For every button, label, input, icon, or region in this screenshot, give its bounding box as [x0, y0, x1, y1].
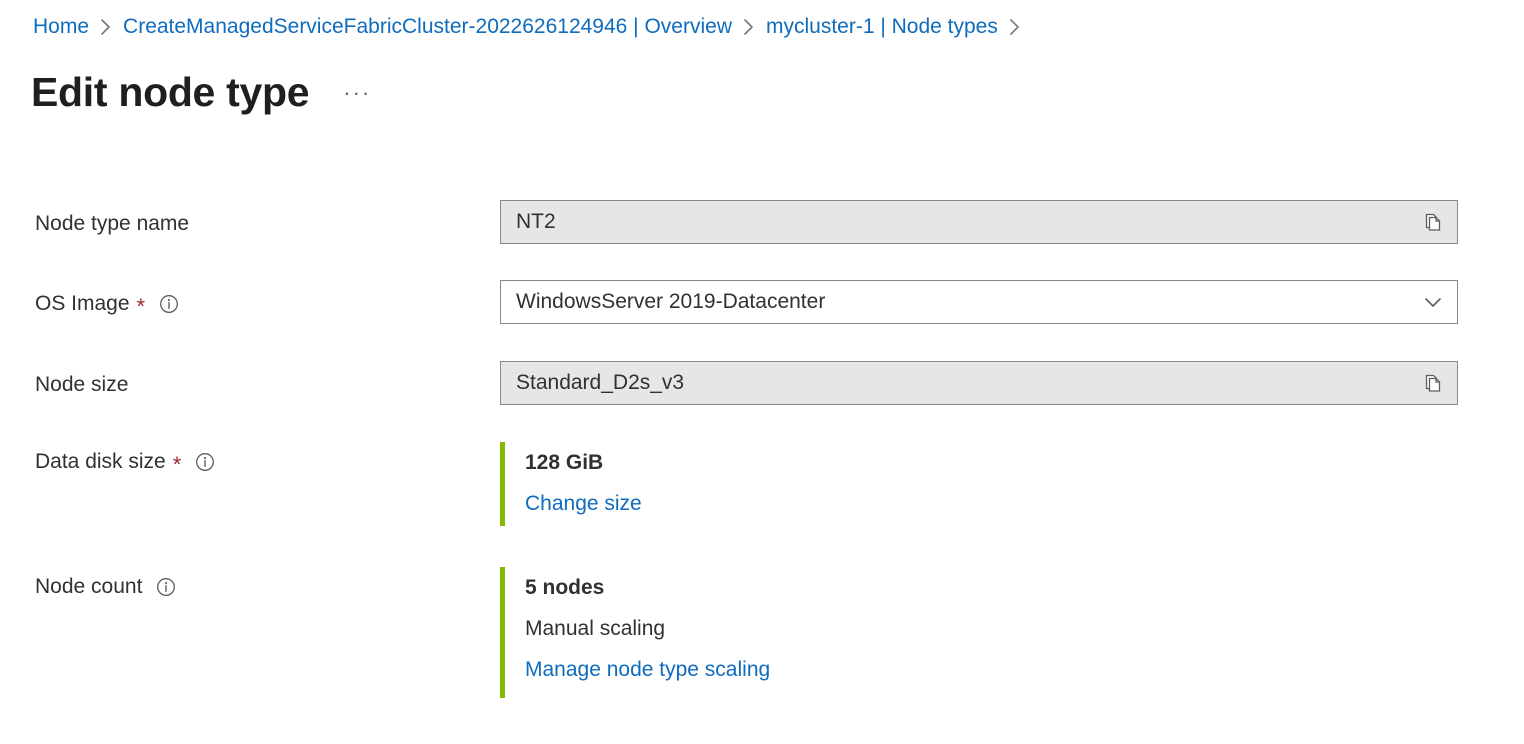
breadcrumb: Home CreateManagedServiceFabricCluster-2… [33, 13, 1032, 41]
label-os-image: OS Image * [0, 280, 500, 318]
edit-node-type-form: Node type name NT2 OS Image [0, 200, 1524, 707]
label-node-count: Node count [0, 567, 500, 601]
form-row-node-size: Node size Standard_D2s_v3 [0, 361, 1524, 442]
label-text: Node count [35, 573, 142, 601]
chevron-right-icon [1009, 18, 1021, 36]
node-size-value: Standard_D2s_v3 [516, 369, 1417, 397]
chevron-right-icon [743, 18, 755, 36]
node-type-name-input[interactable]: NT2 [500, 200, 1458, 244]
node-size-input[interactable]: Standard_D2s_v3 [500, 361, 1458, 405]
control-data-disk-size: 128 GiB Change size [500, 442, 1458, 526]
copy-icon[interactable] [1417, 367, 1449, 399]
edit-node-type-page: Home CreateManagedServiceFabricCluster-2… [0, 0, 1524, 744]
form-row-os-image: OS Image * WindowsServer 2019-Datacenter [0, 280, 1524, 361]
data-disk-size-summary: 128 GiB Change size [500, 442, 1458, 526]
info-icon[interactable] [194, 451, 216, 473]
label-node-type-name: Node type name [0, 200, 500, 238]
page-header: Edit node type ··· [31, 66, 377, 118]
node-count-value: 5 nodes [525, 567, 1458, 608]
form-row-node-count: Node count 5 nodes Manual scaling Manage… [0, 567, 1524, 707]
copy-icon[interactable] [1417, 206, 1449, 238]
info-icon[interactable] [155, 576, 177, 598]
ellipsis-icon[interactable]: ··· [337, 78, 377, 108]
required-indicator: * [173, 454, 182, 476]
control-node-count: 5 nodes Manual scaling Manage node type … [500, 567, 1458, 698]
breadcrumb-item-cluster-overview[interactable]: CreateManagedServiceFabricCluster-202262… [123, 13, 732, 41]
breadcrumb-item-node-types[interactable]: mycluster-1 | Node types [766, 13, 998, 41]
control-node-type-name: NT2 [500, 200, 1458, 244]
label-text: Data disk size [35, 448, 166, 476]
label-text: Node size [35, 371, 128, 399]
page-title: Edit node type [31, 66, 309, 118]
os-image-value: WindowsServer 2019-Datacenter [516, 288, 1417, 316]
chevron-right-icon [100, 18, 112, 36]
label-text: OS Image [35, 290, 130, 318]
form-row-node-type-name: Node type name NT2 [0, 200, 1524, 280]
control-node-size: Standard_D2s_v3 [500, 361, 1458, 405]
os-image-select[interactable]: WindowsServer 2019-Datacenter [500, 280, 1458, 324]
data-disk-size-value: 128 GiB [525, 442, 1458, 483]
breadcrumb-item-home[interactable]: Home [33, 13, 89, 41]
label-node-size: Node size [0, 361, 500, 399]
label-data-disk-size: Data disk size * [0, 442, 500, 476]
info-icon[interactable] [158, 293, 180, 315]
label-text: Node type name [35, 210, 189, 238]
node-type-name-value: NT2 [516, 208, 1417, 236]
manage-node-type-scaling-link[interactable]: Manage node type scaling [525, 649, 770, 690]
node-count-scaling-mode: Manual scaling [525, 608, 1458, 649]
control-os-image: WindowsServer 2019-Datacenter [500, 280, 1458, 324]
chevron-down-icon[interactable] [1417, 286, 1449, 318]
required-indicator: * [137, 296, 146, 318]
form-row-data-disk-size: Data disk size * 128 GiB Change size [0, 442, 1524, 567]
node-count-summary: 5 nodes Manual scaling Manage node type … [500, 567, 1458, 698]
change-size-link[interactable]: Change size [525, 483, 642, 524]
